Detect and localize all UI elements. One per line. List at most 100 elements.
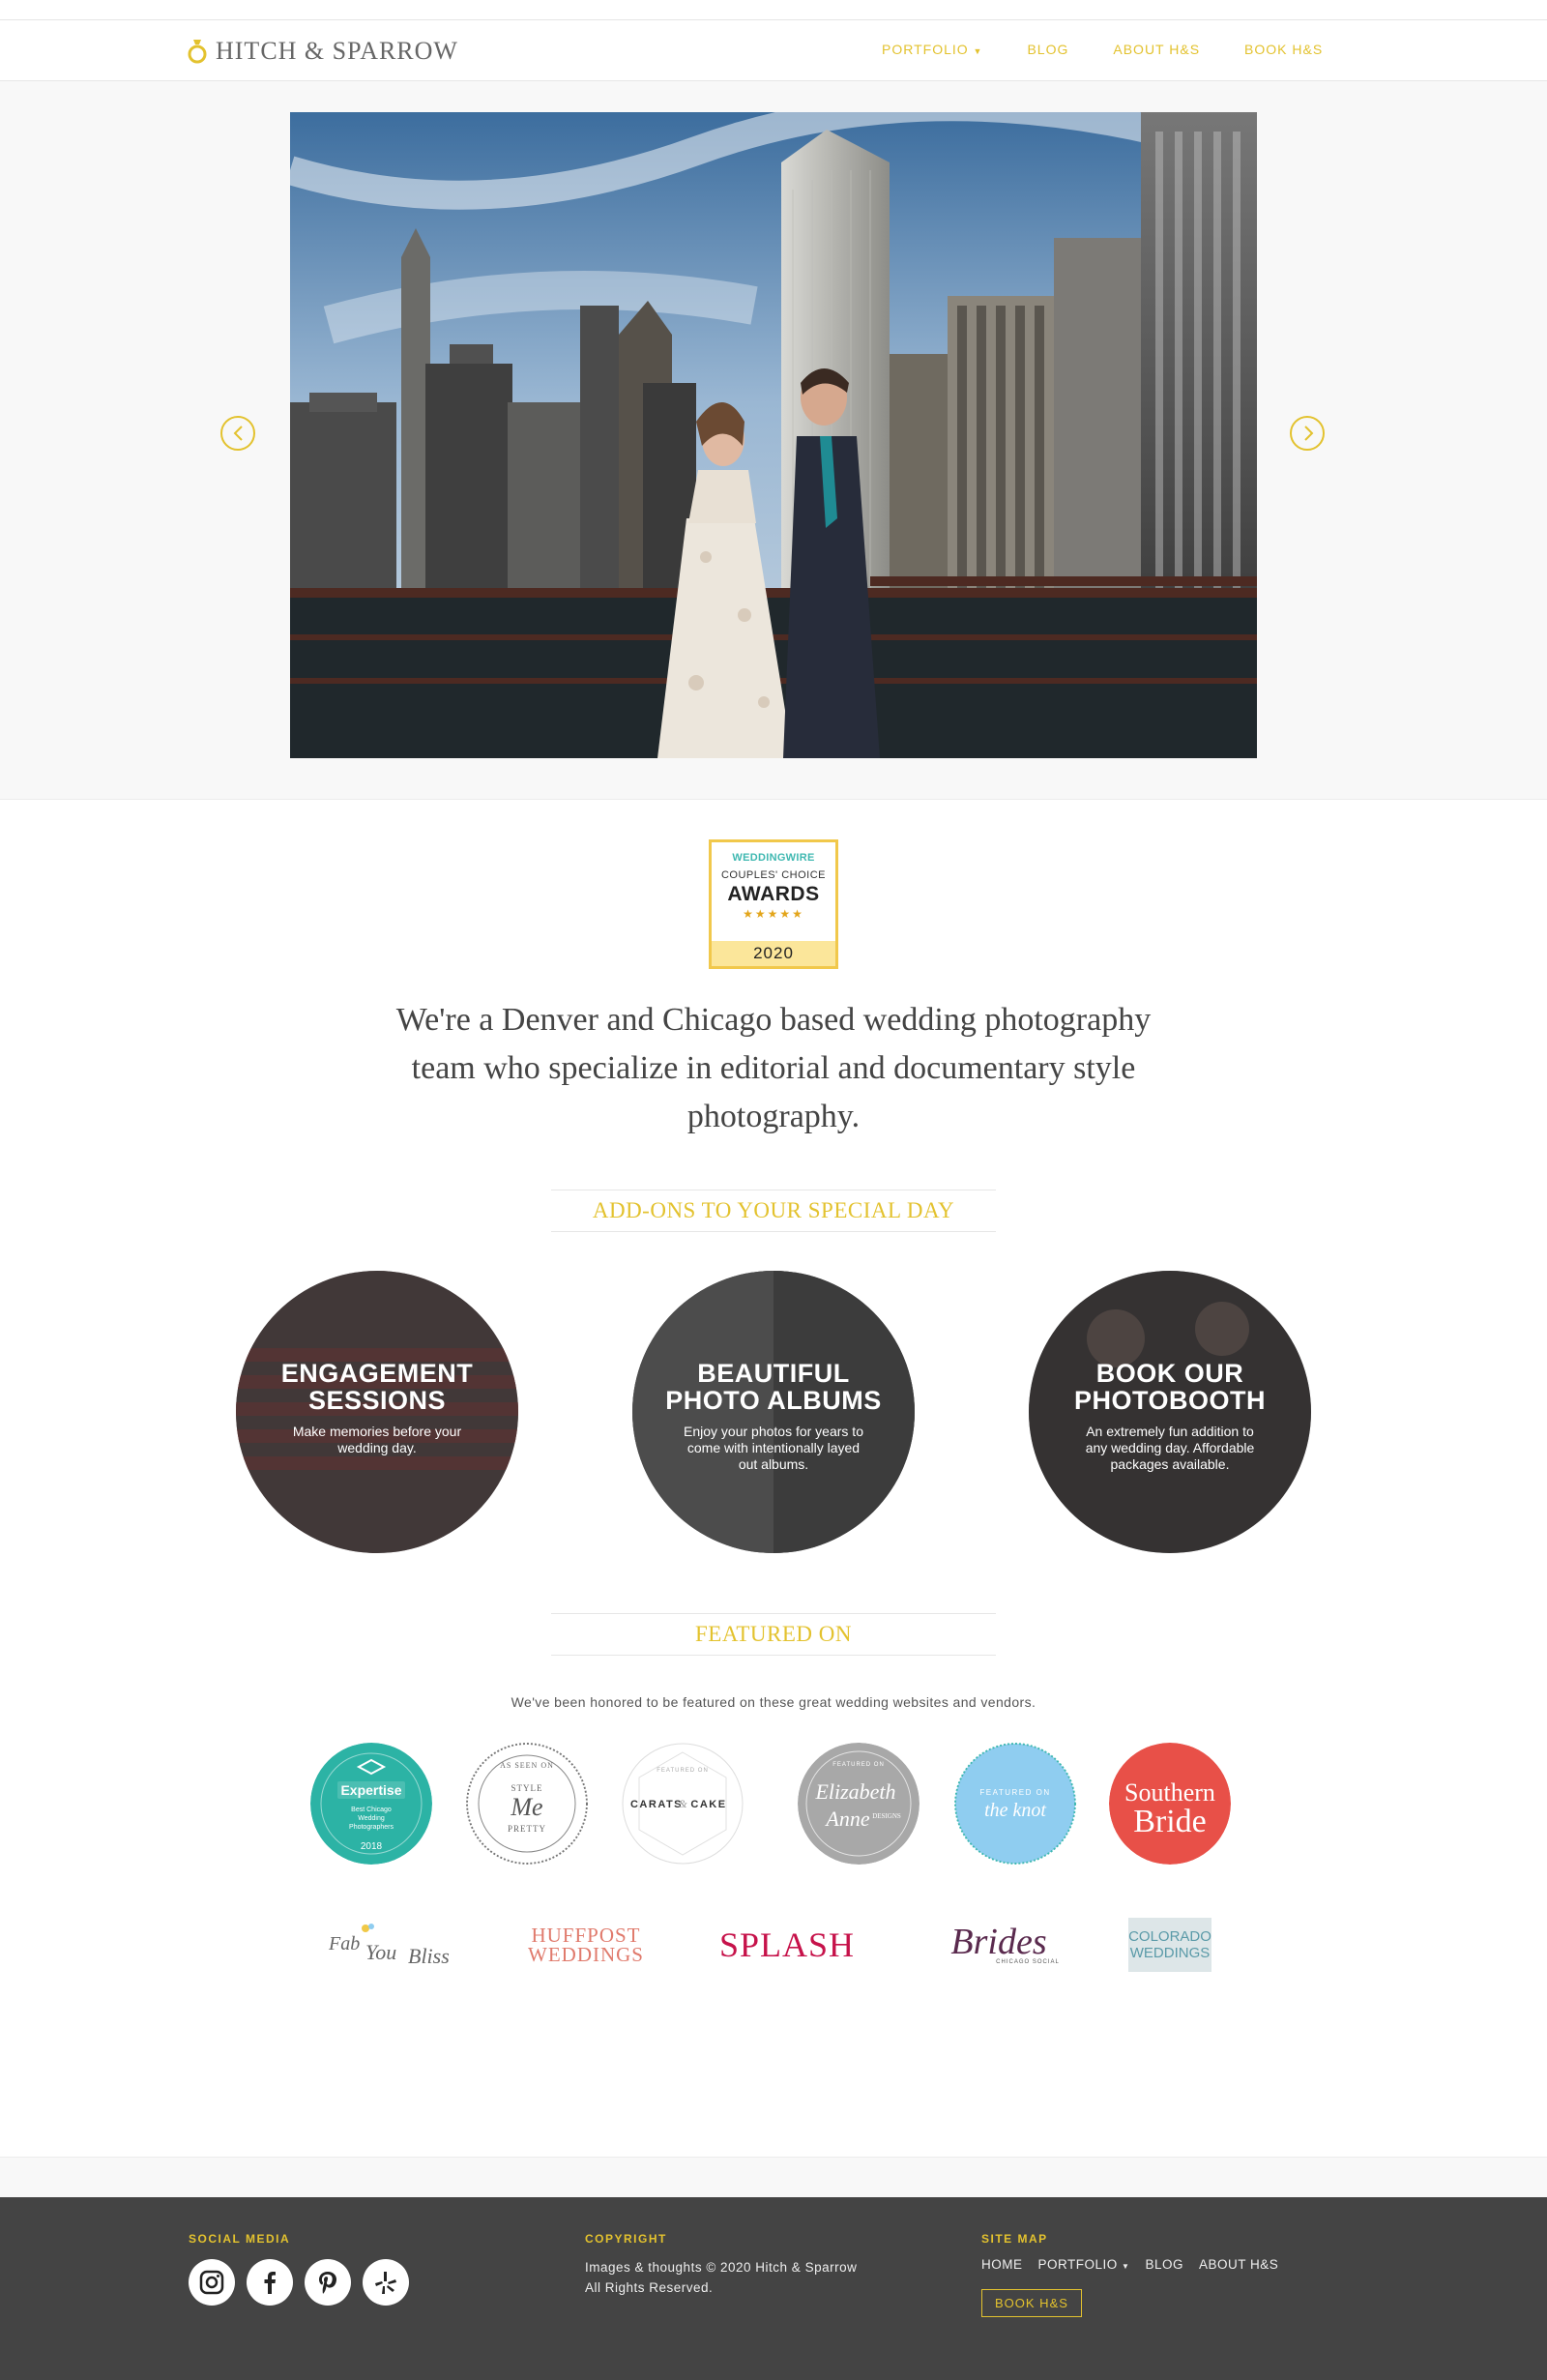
addon-albums-text: BEAUTIFUL PHOTO ALBUMS Enjoy your photos…	[632, 1360, 915, 1473]
footer: SOCIAL MEDIA COPYRIGHT Images & thoughts…	[0, 2197, 1547, 2380]
badge-ea-top: FEATURED ON	[832, 1762, 885, 1768]
badge-knot-top: FEATURED ON	[979, 1788, 1050, 1797]
award-subtitle: COUPLES' CHOICE	[720, 869, 826, 881]
addon-engagement-sessions[interactable]: ENGAGEMENT SESSIONS Make memories before…	[236, 1271, 518, 1553]
main-nav: PORTFOLIO ▼ BLOG ABOUT H&S BOOK H&S	[882, 42, 1323, 57]
copyright-line2: All Rights Reserved.	[585, 2280, 714, 2295]
addon-photo-albums[interactable]: BEAUTIFUL PHOTO ALBUMS Enjoy your photos…	[632, 1271, 915, 1553]
addon-engagement-text: ENGAGEMENT SESSIONS Make memories before…	[236, 1360, 518, 1456]
expertise-badge[interactable]: Expertise Best Chicago Wedding Photograp…	[310, 1743, 432, 1865]
award-year: 2020	[712, 941, 835, 966]
hero-carousel	[0, 81, 1547, 800]
addon-desc: Enjoy your photos for years to come with…	[684, 1424, 863, 1472]
the-knot-badge[interactable]: FEATURED ON the knot	[954, 1743, 1076, 1865]
footer-top-band	[0, 2157, 1547, 2198]
fab-you-bliss-logo[interactable]: Fab You Bliss	[319, 1915, 464, 1975]
badge-expertise-title: Expertise	[340, 1782, 401, 1798]
badge-expertise-year: 2018	[361, 1841, 383, 1852]
badge-smp-me: Me	[510, 1793, 542, 1821]
vendor-huffpost-line1: HUFFPOST	[531, 1924, 641, 1947]
badge-smp-mid: STYLE	[511, 1783, 543, 1793]
pinterest-icon[interactable]	[305, 2259, 351, 2306]
badge-expertise-line1: Best Chicago	[351, 1807, 392, 1813]
featured-title: FEATURED ON	[551, 1613, 996, 1656]
addon-title-line1: ENGAGEMENT	[280, 1359, 474, 1388]
vendor-fyb-line3: Bliss	[408, 1944, 450, 1968]
addon-photobooth-text: BOOK OUR PHOTOBOOTH An extremely fun add…	[1029, 1360, 1311, 1473]
badge-ea-small: DESIGNS	[872, 1812, 901, 1820]
addon-title-line2: PHOTO ALBUMS	[665, 1386, 882, 1415]
copyright-line1: Images & thoughts © 2020 Hitch & Sparrow	[585, 2260, 858, 2275]
vendor-splash-text: SPLASH	[718, 1925, 856, 1964]
addon-desc: An extremely fun addition to any wedding…	[1085, 1424, 1255, 1472]
vendor-brides-small: CHICAGO SOCIAL	[996, 1959, 1060, 1965]
logo-text: HITCH & SPARROW	[216, 37, 458, 65]
style-me-pretty-badge[interactable]: AS SEEN ON STYLE Me PRETTY	[466, 1743, 588, 1865]
footer-book-button[interactable]: BOOK H&S	[981, 2289, 1082, 2317]
vendor-fyb-line2: You	[365, 1940, 396, 1964]
badge-cc-top: FEATURED ON	[657, 1768, 709, 1774]
vendor-fyb-line1: Fab	[328, 1933, 360, 1954]
award-brand: WEDDINGWIRE	[732, 852, 815, 864]
carousel-next-button[interactable]	[1290, 416, 1325, 451]
badge-knot-text: the knot	[984, 1800, 1046, 1821]
award-stars: ★★★★★	[743, 907, 804, 921]
footer-sitemap: SITE MAP HOME PORTFOLIO ▼ BLOG ABOUT H&S…	[981, 2232, 1278, 2317]
addon-title-line1: BOOK OUR	[1095, 1359, 1244, 1388]
caret-down-icon: ▼	[973, 46, 983, 56]
nav-book[interactable]: BOOK H&S	[1244, 42, 1323, 57]
vendor-huffpost-line2: WEDDINGS	[528, 1943, 644, 1966]
vendor-colorado-line1: COLORADO	[1128, 1928, 1211, 1945]
footer-social-heading: SOCIAL MEDIA	[189, 2232, 291, 2246]
elizabeth-anne-badge[interactable]: FEATURED ON Elizabeth Anne DESIGNS	[798, 1743, 919, 1865]
sitemap-home[interactable]: HOME	[981, 2257, 1023, 2272]
sitemap-portfolio[interactable]: PORTFOLIO ▼	[1038, 2257, 1130, 2272]
badge-cc-amp: &	[678, 1797, 687, 1810]
badge-expertise-line2: Wedding	[358, 1815, 385, 1822]
instagram-icon[interactable]	[189, 2259, 235, 2306]
brides-chicago-logo[interactable]: Brides CHICAGO SOCIAL	[926, 1915, 1071, 1975]
sitemap-about[interactable]: ABOUT H&S	[1199, 2257, 1278, 2272]
addon-title-line2: SESSIONS	[307, 1386, 447, 1415]
footer-social: SOCIAL MEDIA	[189, 2232, 409, 2306]
chevron-left-icon	[233, 426, 243, 441]
splash-logo[interactable]: SPLASH	[714, 1915, 861, 1975]
badge-ea-line2: Anne	[824, 1807, 869, 1831]
addons-title: ADD-ONS TO YOUR SPECIAL DAY	[551, 1190, 996, 1232]
southern-bride-badge[interactable]: Southern Bride	[1109, 1743, 1231, 1865]
logo[interactable]: HITCH & SPARROW	[187, 37, 458, 65]
colorado-weddings-logo[interactable]: COLORADO WEDDINGS	[1128, 1918, 1211, 1972]
vendor-colorado-line2: WEDDINGS	[1129, 1945, 1211, 1961]
addon-title-line2: PHOTOBOOTH	[1073, 1386, 1266, 1415]
huffpost-weddings-logo[interactable]: HUFFPOST WEDDINGS	[518, 1915, 654, 1975]
nav-about[interactable]: ABOUT H&S	[1113, 42, 1200, 57]
footer-copyright-heading: COPYRIGHT	[585, 2232, 667, 2246]
badge-expertise-line3: Photographers	[349, 1824, 394, 1831]
ring-icon	[188, 40, 207, 64]
addon-title-line1: BEAUTIFUL	[697, 1359, 850, 1388]
vendor-brides-text: Brides	[950, 1922, 1047, 1962]
facebook-icon[interactable]	[247, 2259, 293, 2306]
badge-cc-text2: CAKE	[690, 1799, 726, 1810]
carats-cake-badge[interactable]: FEATURED ON CARATS & CAKE	[622, 1743, 744, 1865]
top-navbar: HITCH & SPARROW PORTFOLIO ▼ BLOG ABOUT H…	[0, 19, 1547, 81]
featured-description: We've been honored to be featured on the…	[511, 1694, 1036, 1710]
intro-text: We're a Denver and Chicago based wedding…	[395, 1002, 1152, 1134]
addon-photobooth[interactable]: BOOK OUR PHOTOBOOTH An extremely fun add…	[1029, 1271, 1311, 1553]
sitemap-blog[interactable]: BLOG	[1145, 2257, 1183, 2272]
chevron-right-icon	[1304, 426, 1314, 441]
weddingwire-award-badge[interactable]: WEDDINGWIRE COUPLES' CHOICE AWARDS ★★★★★…	[709, 839, 838, 969]
badge-cc-text1: CARATS	[630, 1799, 683, 1810]
yelp-icon[interactable]	[363, 2259, 409, 2306]
caret-down-icon: ▼	[1122, 2262, 1130, 2271]
hero-photo	[290, 112, 1257, 758]
footer-copyright: COPYRIGHT Images & thoughts © 2020 Hitch…	[585, 2232, 857, 2298]
badge-sb-line2: Bride	[1133, 1804, 1207, 1839]
nav-portfolio[interactable]: PORTFOLIO ▼	[882, 42, 982, 57]
badge-smp-bottom: PRETTY	[508, 1824, 546, 1834]
nav-blog[interactable]: BLOG	[1027, 42, 1068, 57]
badge-smp-top: AS SEEN ON	[500, 1761, 554, 1770]
carousel-prev-button[interactable]	[220, 416, 255, 451]
badge-sb-line1: Southern	[1124, 1778, 1215, 1807]
footer-sitemap-heading: SITE MAP	[981, 2232, 1048, 2246]
